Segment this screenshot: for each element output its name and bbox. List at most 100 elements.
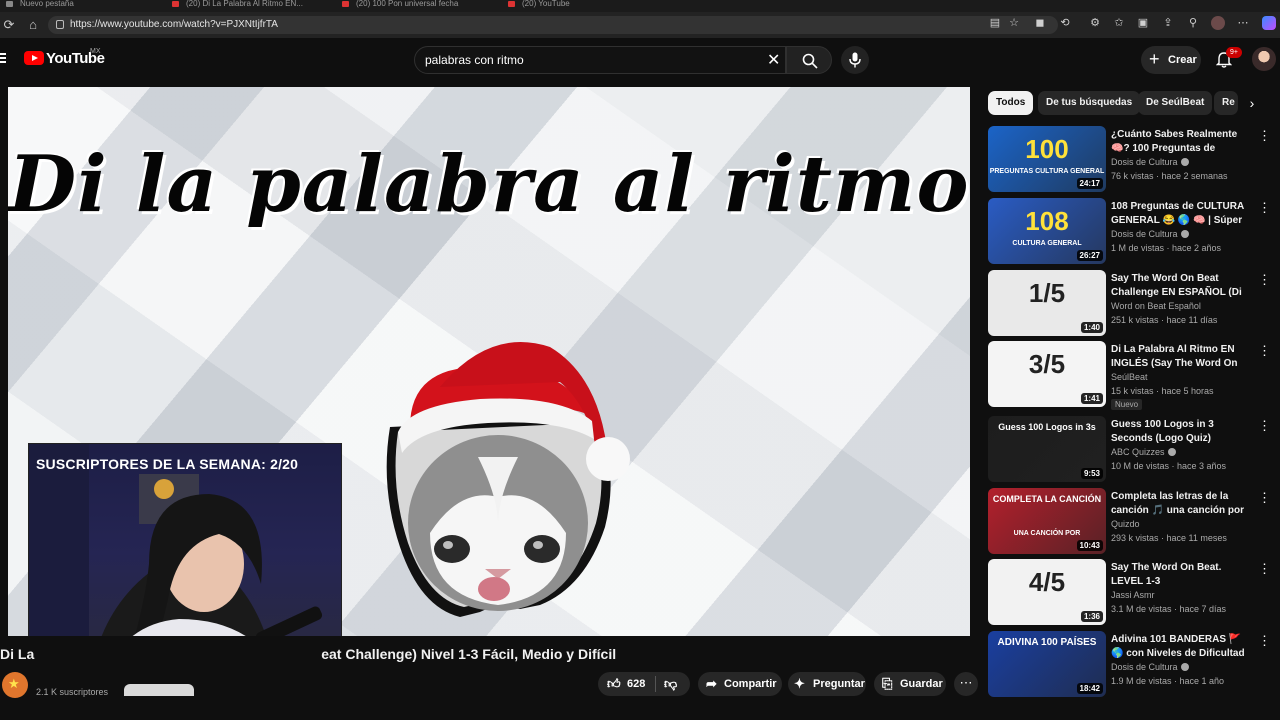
- video-meta: 251 k vistas · hace 11 días: [1111, 315, 1218, 325]
- ask-label: Preguntar: [813, 678, 865, 690]
- voice-search-button[interactable]: [841, 46, 869, 74]
- favorite-icon[interactable]: ☆: [1007, 16, 1021, 30]
- recommended-video[interactable]: 1/5 1:40 Say The Word On Beat Challenge …: [988, 270, 1278, 338]
- chip-channel[interactable]: De SeúlBeat: [1138, 91, 1213, 115]
- chip-related[interactable]: Re: [1214, 91, 1238, 115]
- dislike-icon[interactable]: 👎︎: [664, 676, 677, 692]
- video-title[interactable]: ¿Cuánto Sabes Realmente 🧠? 100 Preguntas…: [1111, 128, 1251, 156]
- more-options-icon[interactable]: ⋮: [1258, 343, 1271, 359]
- like-dislike-group: 👍︎ 628 👎︎: [598, 672, 690, 696]
- channel-name[interactable]: Dosis de Cultura: [1111, 662, 1189, 672]
- video-title[interactable]: Guess 100 Logos in 3 Seconds (Logo Quiz): [1111, 418, 1251, 446]
- channel-name[interactable]: SeúlBeat: [1111, 372, 1148, 382]
- video-title[interactable]: Di La Palabra Al Ritmo EN INGLÉS (Say Th…: [1111, 343, 1251, 371]
- channel-name-text: Dosis de Cultura: [1111, 157, 1178, 167]
- sync-icon[interactable]: ⟲: [1058, 16, 1072, 30]
- thumbnail-text: Guess 100 Logos in 3s: [998, 422, 1096, 432]
- thumbnail-subtext: UNA CANCIÓN POR: [1013, 530, 1081, 537]
- clear-search-icon[interactable]: ✕: [767, 50, 780, 70]
- collections-icon[interactable]: ▣: [1136, 16, 1150, 30]
- search-input[interactable]: palabras con ritmo ✕: [414, 46, 786, 74]
- share-button[interactable]: ➦ Compartir: [698, 672, 782, 696]
- recommended-video[interactable]: 100 PREGUNTAS CULTURA GENERAL 24:17 ¿Cuá…: [988, 126, 1278, 194]
- new-badge: Nuevo: [1111, 399, 1143, 410]
- chip-todos[interactable]: Todos: [988, 91, 1034, 115]
- favorites-bar-icon[interactable]: ✩: [1112, 16, 1126, 30]
- more-options-icon[interactable]: ⋮: [1258, 561, 1271, 577]
- menu-icon[interactable]: [0, 53, 6, 65]
- video-thumbnail[interactable]: 100 PREGUNTAS CULTURA GENERAL 24:17: [988, 126, 1106, 192]
- subscriber-count: 2.1 K suscriptores: [36, 687, 109, 697]
- extension-icon[interactable]: ⚙: [1088, 16, 1102, 30]
- video-title[interactable]: Say The Word On Beat Challenge EN ESPAÑO…: [1111, 272, 1251, 300]
- video-thumbnail[interactable]: 3/5 1:41: [988, 341, 1106, 407]
- browser-tab[interactable]: (20) 100 Pon universal fecha: [336, 0, 496, 12]
- video-thumbnail[interactable]: 108 CULTURA GENERAL 26:27: [988, 198, 1106, 264]
- video-title[interactable]: Adivina 101 BANDERAS 🚩 🌎 con Niveles de …: [1111, 633, 1251, 661]
- channel-avatar[interactable]: [2, 672, 28, 698]
- youtube-logo-icon[interactable]: [24, 51, 44, 65]
- thumbnail-text: 4/5: [1028, 567, 1066, 597]
- video-thumbnail[interactable]: 4/5 1:36: [988, 559, 1106, 625]
- subscribe-button[interactable]: [124, 684, 194, 696]
- browser-tab[interactable]: Nuevo pestaña: [0, 0, 160, 12]
- region-code: MX: [90, 48, 101, 55]
- recommended-video[interactable]: COMPLETA LA CANCIÓN UNA CANCIÓN POR 10:4…: [988, 488, 1278, 556]
- copilot-icon[interactable]: [1262, 16, 1276, 30]
- thumbnail-text: 100: [1025, 134, 1069, 164]
- recommended-video[interactable]: 108 CULTURA GENERAL 26:27 108 Preguntas …: [988, 198, 1278, 266]
- youtube-header: YouTube MX palabras con ritmo ✕ + Crear …: [0, 38, 1280, 82]
- channel-name[interactable]: Quizdo: [1111, 519, 1140, 529]
- video-thumbnail[interactable]: ADIVINA 100 PAÍSES 18:42: [988, 631, 1106, 697]
- browser-tab[interactable]: (20) Di La Palabra Al Ritmo EN...: [166, 0, 330, 12]
- more-options-icon[interactable]: ⋮: [1258, 200, 1271, 216]
- channel-name[interactable]: ABC Quizzes: [1111, 447, 1176, 457]
- more-icon[interactable]: ⋯: [1236, 16, 1250, 30]
- account-avatar[interactable]: [1252, 47, 1276, 71]
- like-icon[interactable]: 👍︎: [607, 676, 621, 692]
- more-options-icon[interactable]: ⋮: [1258, 418, 1271, 434]
- extensions-icon[interactable]: ⚲: [1186, 16, 1200, 30]
- video-title[interactable]: 108 Preguntas de CULTURA GENERAL 😂 🌎 🧠 |…: [1111, 200, 1251, 228]
- recommended-video[interactable]: Guess 100 Logos in 3s 9:53 Guess 100 Log…: [988, 416, 1278, 484]
- save-button[interactable]: ⎘ Guardar: [874, 672, 946, 696]
- more-options-icon[interactable]: ⋮: [1258, 633, 1271, 649]
- ask-button[interactable]: ✦ Preguntar: [788, 672, 866, 696]
- bookmark-icon: ⎘: [882, 676, 893, 691]
- video-thumbnail[interactable]: Guess 100 Logos in 3s 9:53: [988, 416, 1106, 482]
- streamer-figure: [29, 444, 323, 636]
- home-icon[interactable]: ⌂: [24, 16, 42, 34]
- filter-chips: Todos De tus búsquedas De SeúlBeat Re: [988, 91, 1268, 115]
- channel-name[interactable]: Word on Beat Español: [1111, 301, 1201, 311]
- recommended-video[interactable]: ADIVINA 100 PAÍSES 18:42 Adivina 101 BAN…: [988, 631, 1278, 699]
- channel-name[interactable]: Jassi Asmr: [1111, 590, 1155, 600]
- channel-name[interactable]: Dosis de Cultura: [1111, 157, 1189, 167]
- more-options-icon[interactable]: ⋮: [1258, 490, 1271, 506]
- reader-icon[interactable]: ▤: [988, 16, 1002, 30]
- video-thumbnail[interactable]: COMPLETA LA CANCIÓN UNA CANCIÓN POR 10:4…: [988, 488, 1106, 554]
- search-button[interactable]: [786, 46, 832, 74]
- create-button[interactable]: + Crear: [1141, 46, 1201, 74]
- channel-name[interactable]: Dosis de Cultura: [1111, 229, 1189, 239]
- url-field[interactable]: https://www.youtube.com/watch?v=PJXNtIjf…: [48, 16, 1058, 34]
- video-meta: 1 M de vistas · hace 2 años: [1111, 243, 1222, 253]
- share-icon[interactable]: ⇪: [1161, 16, 1175, 30]
- more-actions-button[interactable]: ⋯: [954, 672, 978, 696]
- chips-next-icon[interactable]: ›: [1242, 93, 1262, 113]
- chip-searches[interactable]: De tus búsquedas: [1038, 91, 1141, 115]
- like-count[interactable]: 628: [627, 678, 645, 690]
- recommended-video[interactable]: 3/5 1:41 Di La Palabra Al Ritmo EN INGLÉ…: [988, 341, 1278, 410]
- extension-icon[interactable]: ◼: [1033, 16, 1047, 30]
- profile-icon[interactable]: [1211, 16, 1225, 30]
- more-options-icon[interactable]: ⋮: [1258, 272, 1271, 288]
- browser-tab[interactable]: (20) YouTube: [502, 0, 612, 12]
- reload-icon[interactable]: ⟳: [0, 16, 18, 34]
- video-title: Di La eat Challenge) Nivel 1-3 Fácil, Med…: [0, 646, 970, 662]
- video-title[interactable]: Completa las letras de la canción 🎵 una …: [1111, 490, 1251, 518]
- thumbnail-subtext: PREGUNTAS CULTURA GENERAL: [989, 168, 1105, 175]
- recommended-video[interactable]: 4/5 1:36 Say The Word On Beat. LEVEL 1-3…: [988, 559, 1278, 627]
- video-thumbnail[interactable]: 1/5 1:40: [988, 270, 1106, 336]
- more-options-icon[interactable]: ⋮: [1258, 128, 1271, 144]
- video-player[interactable]: Di la palabra al ritmo SUSCRIPTORES DE L…: [8, 87, 970, 636]
- video-title[interactable]: Say The Word On Beat. LEVEL 1-3: [1111, 561, 1251, 589]
